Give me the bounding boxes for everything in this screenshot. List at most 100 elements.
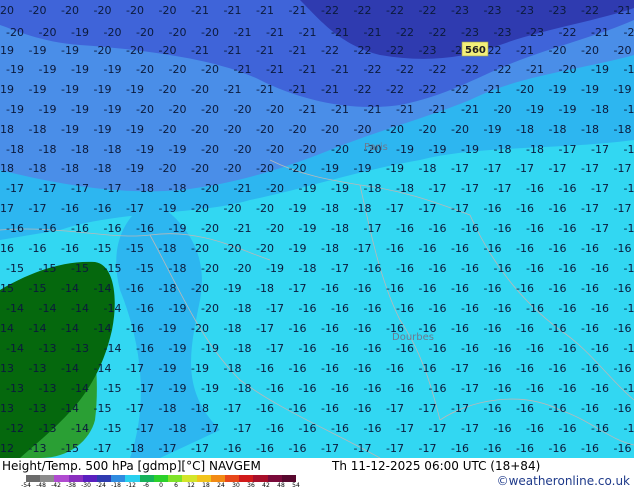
temperature-value: -17 <box>429 422 447 435</box>
temperature-value: -18 <box>234 382 252 395</box>
temperature-value: -21 <box>224 44 242 57</box>
temperature-value: -18 <box>159 402 177 415</box>
temperature-value: -16 <box>526 302 544 315</box>
temperature-value: -16 <box>559 342 577 355</box>
temperature-value: -16 <box>526 262 544 275</box>
temperature-value: -17 <box>331 262 349 275</box>
temperature-value: -19 <box>6 63 24 76</box>
temperature-value: -23 <box>461 26 479 39</box>
credit-link[interactable]: ©weatheronline.co.uk <box>497 474 630 488</box>
temperature-value: -20 <box>136 103 154 116</box>
temperature-value: -22 <box>386 83 404 96</box>
temperature-value: -16 <box>39 222 57 235</box>
temperature-value: -20 <box>256 202 274 215</box>
temperature-value: -17 <box>624 222 634 235</box>
temperature-value: -20 <box>266 143 284 156</box>
temperature-value: -16 <box>614 442 632 455</box>
temperature-value: -19 <box>104 63 122 76</box>
temperature-value: -22 <box>396 63 414 76</box>
temperature-value: -18 <box>126 442 144 455</box>
temperature-value: -16 <box>321 322 339 335</box>
temperature-value: -16 <box>266 422 284 435</box>
temperature-value: -16 <box>331 382 349 395</box>
temperature-value: -18 <box>516 123 534 136</box>
temperature-value: -16 <box>559 382 577 395</box>
temperature-value: -16 <box>461 342 479 355</box>
temperature-value: -16 <box>396 342 414 355</box>
temperature-value: -16 <box>559 302 577 315</box>
temperature-value: -20 <box>224 202 242 215</box>
colorbar-segment <box>153 475 169 482</box>
temperature-value: -16 <box>396 262 414 275</box>
temperature-value: -21 <box>396 103 414 116</box>
temperature-value: -20 <box>191 162 209 175</box>
temperature-value: -20 <box>201 302 219 315</box>
temperature-value: -18 <box>191 402 209 415</box>
temperature-value: -20 <box>126 44 144 57</box>
temperature-value: -16 <box>549 402 567 415</box>
temperature-value: -15 <box>94 402 112 415</box>
footer-bar: Height/Temp. 500 hPa [gdmp][°C] NAVGEM T… <box>0 458 634 490</box>
temperature-value: -16 <box>484 402 502 415</box>
temperature-value: -19 <box>169 382 187 395</box>
temperature-value: -13 <box>0 362 14 375</box>
temperature-value: -17 <box>614 162 632 175</box>
temperature-value: -20 <box>159 123 177 136</box>
temperature-value: -17 <box>461 422 479 435</box>
color-scale-ticks: -54 -48 -42 -38 -30 -24 -18 -12 -6 0 6 12 18 24 30 36 42… <box>21 482 302 490</box>
temperature-value: -20 <box>224 242 242 255</box>
temperature-value: -21 <box>224 83 242 96</box>
temperature-value: -16 <box>61 242 79 255</box>
temperature-value: -16 <box>591 422 609 435</box>
temperature-value: -21 <box>331 26 349 39</box>
temperature-value: -22 <box>451 83 469 96</box>
temperature-value: -17 <box>624 182 634 195</box>
temperature-value: -18 <box>39 143 57 156</box>
temperature-value: -20 <box>266 182 284 195</box>
temperature-value: -19 <box>386 162 404 175</box>
temperature-value: -19 <box>289 202 307 215</box>
temperature-value: -20 <box>201 262 219 275</box>
temperature-value: -20 <box>159 162 177 175</box>
temperature-value: -20 <box>581 44 599 57</box>
colorbar-segment <box>239 475 254 482</box>
temperature-value: -22 <box>419 83 437 96</box>
temperature-value: -21 <box>289 4 307 17</box>
temperature-value: -16 <box>289 322 307 335</box>
temperature-value: -20 <box>256 162 274 175</box>
temperature-value: -16 <box>484 362 502 375</box>
temperature-value: -16 <box>289 402 307 415</box>
temperature-value: -16 <box>331 422 349 435</box>
temperature-value: -14 <box>71 302 89 315</box>
temperature-value: -17 <box>591 182 609 195</box>
temperature-value: -19 <box>169 342 187 355</box>
colorbar-tick-label: -48 <box>36 482 46 489</box>
temperature-value: -16 <box>429 382 447 395</box>
temperature-value: -16 <box>71 222 89 235</box>
temperature-value: -22 <box>386 44 404 57</box>
temperature-value: -16 <box>429 302 447 315</box>
temperature-value: -16 <box>484 202 502 215</box>
temperature-value: -21 <box>289 44 307 57</box>
temperature-value: -16 <box>354 322 372 335</box>
temperature-value: -20 <box>201 182 219 195</box>
temperature-value: -19 <box>61 44 79 57</box>
temperature-value: -17 <box>364 222 382 235</box>
temperature-value: -19 <box>61 123 79 136</box>
temperature-value: -16 <box>331 302 349 315</box>
temperature-value: -12 <box>6 422 24 435</box>
temperature-value: -14 <box>6 342 24 355</box>
temperature-value: -19 <box>559 103 577 116</box>
colorbar-segment <box>97 475 112 482</box>
temperature-value: -19 <box>71 103 89 116</box>
temperature-value: -17 <box>191 442 209 455</box>
temperature-value: -19 <box>224 282 242 295</box>
temperature-value: -18 <box>224 322 242 335</box>
temperature-value: -15 <box>104 382 122 395</box>
temperature-value: -20 <box>191 282 209 295</box>
temperature-value: -14 <box>6 302 24 315</box>
temperature-value: -18 <box>591 103 609 116</box>
temperature-value: -22 <box>321 4 339 17</box>
temperature-value: -19 <box>169 222 187 235</box>
temperature-value: -14 <box>104 342 122 355</box>
